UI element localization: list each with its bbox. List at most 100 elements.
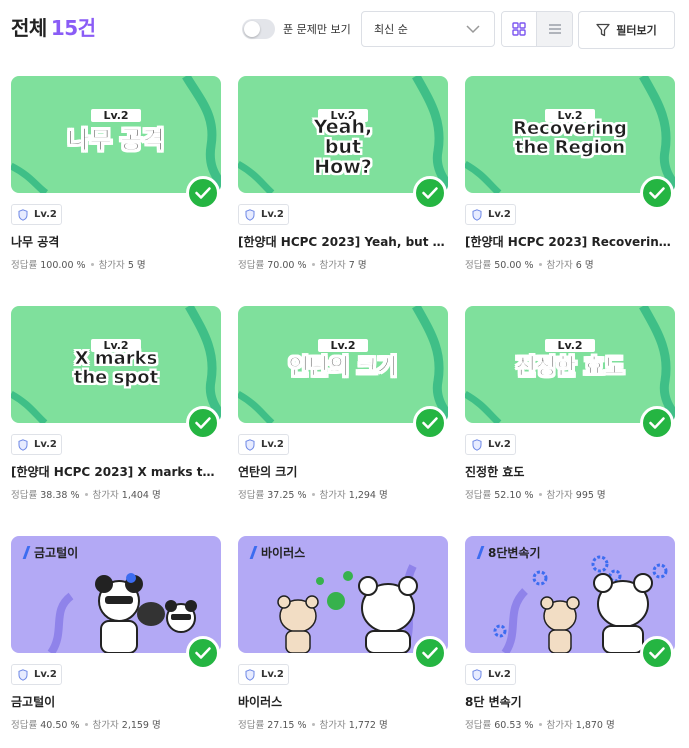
participants-value: 5 명 [127, 260, 146, 271]
problem-title[interactable]: 바이러스 [238, 693, 448, 710]
problem-card[interactable]: 바이러스 Lv.2 바이러스 정답률 27.15 % 참가자 1,772 명 [238, 536, 448, 736]
banner-title: Yeah, but How? [313, 116, 373, 178]
level-badge: Lv.2 [238, 664, 289, 685]
problem-title[interactable]: 연탄의 크기 [238, 463, 448, 480]
problem-thumbnail[interactable]: Lv.2 진정한 효도 [465, 306, 675, 423]
problem-title[interactable]: 진정한 효도 [465, 463, 675, 480]
problem-stats: 정답률 40.50 % 참가자 2,159 명 [11, 717, 161, 731]
list-icon [548, 24, 561, 34]
filter-button-label: 필터보기 [616, 24, 657, 37]
rate-value: 40.50 % [40, 720, 80, 731]
check-icon [422, 647, 438, 659]
problem-card[interactable]: Lv.2 진정한 효도 Lv.2 진정한 효도 정답률 52.10 % 참가자 9… [465, 306, 675, 506]
solved-check [186, 176, 220, 210]
level-label: Lv.2 [34, 209, 57, 220]
separator-dot [538, 263, 542, 266]
sort-select[interactable]: 최신 순 [361, 11, 495, 47]
rate-label: 정답률 [238, 490, 265, 501]
level-badge: Lv.2 [465, 664, 516, 685]
problem-thumbnail[interactable]: Lv.2 Recovering the Region [465, 76, 675, 193]
grid-view-button[interactable] [502, 12, 538, 46]
problem-thumbnail[interactable]: 금고털이 [11, 536, 221, 653]
page-title: 전체 15건 [11, 12, 96, 41]
problem-stats: 정답률 37.25 % 참가자 1,294 명 [238, 487, 388, 501]
rate-label: 정답률 [238, 260, 265, 271]
problem-stats: 정답률 70.00 % 참가자 7 명 [238, 257, 367, 271]
problem-thumbnail[interactable]: 바이러스 [238, 536, 448, 653]
shield-icon [245, 208, 255, 221]
participants-value: 6 명 [575, 260, 594, 271]
participants-label: 참가자 [319, 260, 346, 271]
separator-dot [84, 723, 88, 726]
toggle-switch[interactable] [242, 19, 275, 39]
level-badge: Lv.2 [238, 204, 289, 225]
participants-label: 참가자 [546, 720, 573, 731]
check-icon [195, 417, 211, 429]
problem-title[interactable]: [한양대 HCPC 2023] Recovering ... [465, 233, 675, 250]
check-icon [649, 647, 665, 659]
problem-card[interactable]: Lv.2 Recovering the Region Lv.2 [한양대 HCP… [465, 76, 675, 276]
problem-title[interactable]: 금고털이 [11, 693, 221, 710]
problem-card[interactable]: Lv.2 연탄의 크기 Lv.2 연탄의 크기 정답률 37.25 % 참가자 1… [238, 306, 448, 506]
rate-value: 37.25 % [267, 490, 307, 501]
participants-value: 7 명 [348, 260, 367, 271]
rate-label: 정답률 [11, 260, 38, 271]
problem-thumbnail[interactable]: Lv.2 나무 공격 [11, 76, 221, 193]
problem-card[interactable]: Lv.2 Yeah, but How? Lv.2 [한양대 HCPC 2023]… [238, 76, 448, 276]
problem-title[interactable]: 8단 변속기 [465, 693, 675, 710]
problem-thumbnail[interactable]: Lv.2 Yeah, but How? [238, 76, 448, 193]
problem-thumbnail[interactable]: 8단변속기 [465, 536, 675, 653]
problem-title[interactable]: [한양대 HCPC 2023] X marks the... [11, 463, 221, 480]
banner-title: 나무 공격 [67, 126, 165, 154]
banner-title: 연탄의 크기 [288, 355, 398, 380]
check-icon [649, 187, 665, 199]
shield-icon [245, 438, 255, 451]
shield-icon [472, 668, 482, 681]
rate-value: 50.00 % [494, 260, 534, 271]
banner-level: Lv.2 [465, 334, 675, 353]
problem-card[interactable]: 8단변속기 Lv.2 8단 변속기 정답률 60.53 % 참가자 1,870 명 [465, 536, 675, 736]
participants-label: 참가자 [98, 260, 125, 271]
solved-check [186, 636, 220, 670]
rate-value: 52.10 % [494, 490, 534, 501]
problem-title[interactable]: 나무 공격 [11, 233, 221, 250]
problem-card[interactable]: Lv.2 나무 공격 Lv.2 나무 공격 정답률 100.00 % 참가자 5 … [11, 76, 221, 276]
problem-thumbnail[interactable]: Lv.2 연탄의 크기 [238, 306, 448, 423]
level-label: Lv.2 [488, 209, 511, 220]
solved-check [186, 406, 220, 440]
rate-label: 정답률 [11, 720, 38, 731]
solved-check [640, 406, 674, 440]
level-label: Lv.2 [261, 209, 284, 220]
rate-label: 정답률 [11, 490, 38, 501]
problem-thumbnail[interactable]: Lv.2 X marks the spot [11, 306, 221, 423]
banner-title: X marks the spot [73, 348, 159, 388]
separator-dot [84, 493, 88, 496]
problem-card[interactable]: Lv.2 X marks the spot Lv.2 [한양대 HCPC 202… [11, 306, 221, 506]
banner-title: 8단변속기 [479, 544, 541, 561]
rate-label: 정답률 [465, 490, 492, 501]
separator-dot [311, 263, 315, 266]
participants-value: 995 명 [575, 490, 606, 501]
level-badge: Lv.2 [238, 434, 289, 455]
shield-icon [472, 208, 482, 221]
banner-title: 금고털이 [25, 544, 78, 561]
level-label: Lv.2 [34, 669, 57, 680]
grid-icon [512, 22, 526, 36]
chevron-down-icon [466, 25, 480, 34]
filter-button[interactable]: 필터보기 [578, 11, 675, 49]
participants-value: 1,772 명 [348, 720, 388, 731]
banner-title: 진정한 효도 [515, 355, 625, 380]
problem-card[interactable]: 금고털이 Lv.2 금고털이 정답률 40.50 % 참가자 2,159 명 [11, 536, 221, 736]
rate-value: 60.53 % [494, 720, 534, 731]
solved-only-toggle[interactable]: 푼 문제만 보기 [242, 19, 351, 39]
problem-stats: 정답률 27.15 % 참가자 1,772 명 [238, 717, 388, 731]
page-header: 전체 15건 푼 문제만 보기 최신 순 필터보기 [0, 0, 689, 60]
participants-value: 1,404 명 [121, 490, 161, 501]
rate-value: 38.38 % [40, 490, 80, 501]
separator-dot [311, 493, 315, 496]
list-view-button[interactable] [537, 12, 572, 46]
level-badge: Lv.2 [465, 204, 516, 225]
banner-title: 바이러스 [252, 544, 305, 561]
level-label: Lv.2 [34, 439, 57, 450]
problem-title[interactable]: [한양대 HCPC 2023] Yeah, but H... [238, 233, 448, 250]
